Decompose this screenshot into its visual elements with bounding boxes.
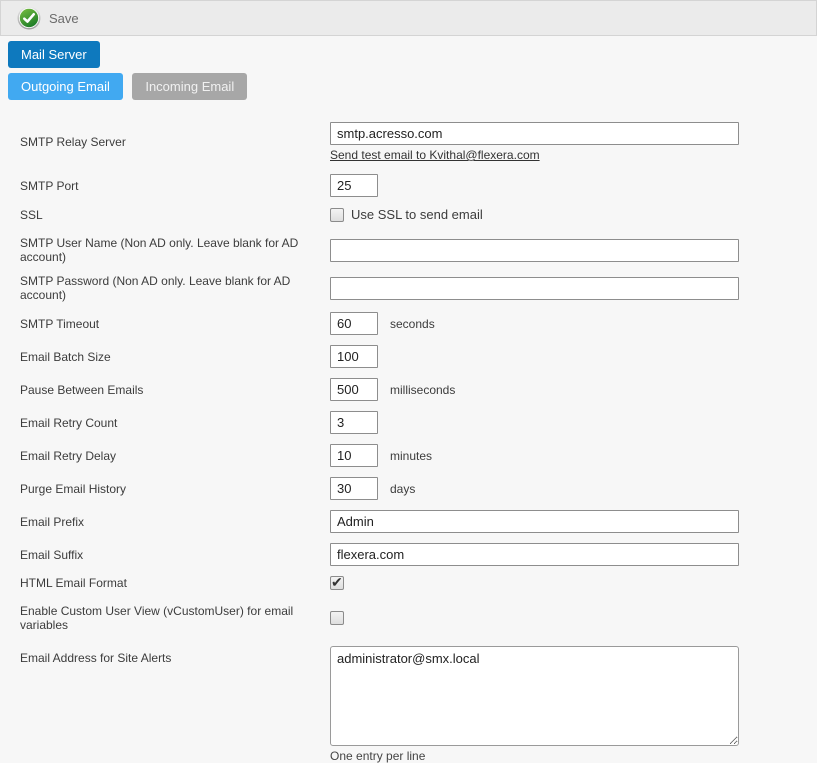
email-prefix-label: Email Prefix xyxy=(20,515,330,529)
email-batch-size-input[interactable] xyxy=(330,345,378,368)
field-smtp-password: SMTP Password (Non AD only. Leave blank … xyxy=(20,274,817,302)
field-smtp-relay-server: SMTP Relay Server Send test email to Kvi… xyxy=(20,122,817,162)
field-smtp-username: SMTP User Name (Non AD only. Leave blank… xyxy=(20,236,817,264)
outgoing-email-form: SMTP Relay Server Send test email to Kvi… xyxy=(20,122,817,763)
email-retry-delay-unit: minutes xyxy=(390,449,432,463)
custom-user-view-label: Enable Custom User View (vCustomUser) fo… xyxy=(20,604,330,632)
smtp-timeout-unit: seconds xyxy=(390,317,435,331)
smtp-port-input[interactable] xyxy=(330,174,378,197)
smtp-relay-server-input[interactable] xyxy=(330,122,739,145)
field-site-alerts: Email Address for Site Alerts administra… xyxy=(20,646,817,763)
site-alerts-note: One entry per line xyxy=(330,749,425,763)
field-ssl: SSL Use SSL to send email xyxy=(20,207,817,222)
purge-email-history-input[interactable] xyxy=(330,477,378,500)
field-email-batch-size: Email Batch Size xyxy=(20,345,817,368)
pause-between-emails-label: Pause Between Emails xyxy=(20,383,330,397)
field-pause-between-emails: Pause Between Emails milliseconds xyxy=(20,378,817,401)
smtp-relay-server-label: SMTP Relay Server xyxy=(20,135,330,149)
smtp-port-label: SMTP Port xyxy=(20,179,330,193)
tab-outgoing-email[interactable]: Outgoing Email xyxy=(8,73,123,100)
field-email-prefix: Email Prefix xyxy=(20,510,817,533)
site-alerts-textarea[interactable]: administrator@smx.local xyxy=(330,646,739,746)
html-email-format-checkbox[interactable] xyxy=(330,576,344,590)
email-retry-count-input[interactable] xyxy=(330,411,378,434)
site-alerts-label: Email Address for Site Alerts xyxy=(20,646,330,665)
ssl-checkbox-label: Use SSL to send email xyxy=(351,207,483,222)
email-retry-delay-label: Email Retry Delay xyxy=(20,449,330,463)
smtp-username-input[interactable] xyxy=(330,239,739,262)
save-button-label: Save xyxy=(49,11,79,26)
purge-email-history-unit: days xyxy=(390,482,415,496)
field-purge-email-history: Purge Email History days xyxy=(20,477,817,500)
ssl-label: SSL xyxy=(20,208,330,222)
field-smtp-port: SMTP Port xyxy=(20,174,817,197)
html-email-format-label: HTML Email Format xyxy=(20,576,330,590)
ssl-checkbox[interactable] xyxy=(330,208,344,222)
pause-between-emails-unit: milliseconds xyxy=(390,383,455,397)
custom-user-view-checkbox[interactable] xyxy=(330,611,344,625)
send-test-email-link[interactable]: Send test email to Kvithal@flexera.com xyxy=(330,148,540,162)
email-suffix-label: Email Suffix xyxy=(20,548,330,562)
tabs-area: Mail Server Outgoing Email Incoming Emai… xyxy=(8,41,817,100)
email-suffix-input[interactable] xyxy=(330,543,739,566)
field-smtp-timeout: SMTP Timeout seconds xyxy=(20,312,817,335)
smtp-timeout-label: SMTP Timeout xyxy=(20,317,330,331)
field-email-retry-delay: Email Retry Delay minutes xyxy=(20,444,817,467)
smtp-password-label: SMTP Password (Non AD only. Leave blank … xyxy=(20,274,330,302)
pause-between-emails-input[interactable] xyxy=(330,378,378,401)
smtp-username-label: SMTP User Name (Non AD only. Leave blank… xyxy=(20,236,330,264)
save-check-icon xyxy=(17,6,41,30)
field-email-retry-count: Email Retry Count xyxy=(20,411,817,434)
field-custom-user-view: Enable Custom User View (vCustomUser) fo… xyxy=(20,604,817,632)
field-html-email-format: HTML Email Format xyxy=(20,576,817,590)
email-retry-count-label: Email Retry Count xyxy=(20,416,330,430)
smtp-password-input[interactable] xyxy=(330,277,739,300)
tab-mail-server[interactable]: Mail Server xyxy=(8,41,100,68)
save-button[interactable]: Save xyxy=(17,6,79,30)
purge-email-history-label: Purge Email History xyxy=(20,482,330,496)
email-prefix-input[interactable] xyxy=(330,510,739,533)
toolbar: Save xyxy=(0,0,817,36)
subtabs: Outgoing Email Incoming Email xyxy=(8,73,817,100)
field-email-suffix: Email Suffix xyxy=(20,543,817,566)
smtp-timeout-input[interactable] xyxy=(330,312,378,335)
tab-incoming-email[interactable]: Incoming Email xyxy=(132,73,247,100)
email-retry-delay-input[interactable] xyxy=(330,444,378,467)
email-batch-size-label: Email Batch Size xyxy=(20,350,330,364)
